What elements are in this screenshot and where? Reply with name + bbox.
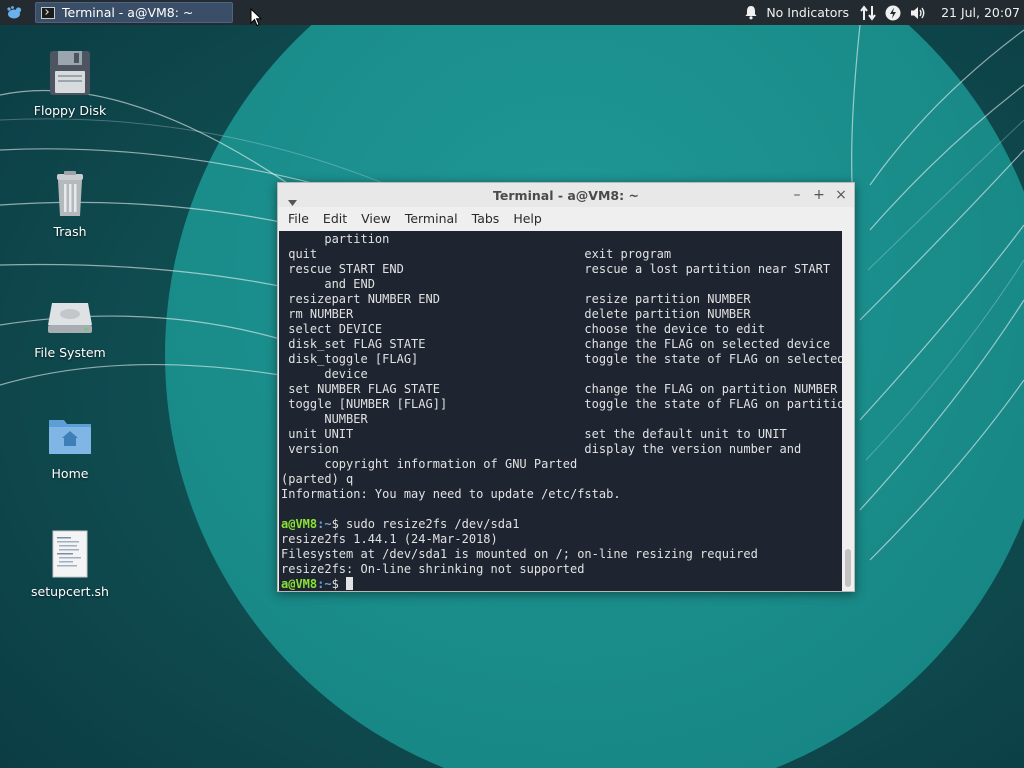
terminal-line: set NUMBER FLAG STATE change the FLAG on… bbox=[281, 382, 838, 396]
hard-drive-icon bbox=[46, 291, 94, 339]
terminal-line: rm NUMBER delete partition NUMBER bbox=[281, 307, 751, 321]
desktop-icon-label: Floppy Disk bbox=[33, 103, 107, 118]
trash-icon bbox=[46, 170, 94, 218]
power-icon[interactable] bbox=[885, 5, 901, 21]
prompt-path: :~ bbox=[317, 577, 332, 591]
menu-edit[interactable]: Edit bbox=[316, 207, 354, 230]
prompt-path: :~ bbox=[317, 517, 332, 531]
desktop-icon-label: Trash bbox=[53, 224, 87, 239]
desktop-icon-home[interactable]: Home bbox=[20, 412, 120, 481]
desktop-icon-trash[interactable]: Trash bbox=[20, 170, 120, 239]
desktop-icon-label: File System bbox=[34, 345, 106, 360]
window-titlebar[interactable]: Terminal - a@VM8: ~ – + × bbox=[278, 183, 854, 207]
top-panel: Terminal - a@VM8: ~ No Indicators 21 Jul… bbox=[0, 0, 1024, 25]
terminal-output[interactable]: partition quit exit program rescue START… bbox=[279, 231, 842, 591]
panel-clock[interactable]: 21 Jul, 20:07 bbox=[941, 5, 1020, 20]
terminal-prompt-line[interactable]: a@VM8:~$ bbox=[281, 577, 354, 591]
floppy-disk-icon bbox=[46, 49, 94, 97]
menu-view[interactable]: View bbox=[354, 207, 398, 230]
desktop-icon-setupcert[interactable]: setupcert.sh bbox=[20, 530, 120, 599]
terminal-icon bbox=[41, 6, 55, 19]
terminal-line: device bbox=[281, 367, 368, 381]
prompt-command: $ bbox=[331, 577, 347, 591]
scrollbar-thumb[interactable] bbox=[845, 549, 851, 587]
terminal-line: version display the version number and bbox=[281, 442, 802, 456]
terminal-line: and END bbox=[281, 277, 375, 291]
close-button[interactable]: × bbox=[833, 187, 849, 203]
terminal-line: copyright information of GNU Parted bbox=[281, 457, 578, 471]
terminal-line: select DEVICE choose the device to edit bbox=[281, 322, 766, 336]
terminal-line: Information: You may need to update /etc… bbox=[281, 487, 621, 501]
prompt-user: a@VM8 bbox=[281, 517, 318, 531]
terminal-line: quit exit program bbox=[281, 247, 672, 261]
text-cursor bbox=[346, 577, 354, 590]
window-menu-icon[interactable] bbox=[288, 191, 297, 210]
menu-file[interactable]: File bbox=[281, 207, 316, 230]
taskbar-terminal-button[interactable]: Terminal - a@VM8: ~ bbox=[35, 2, 233, 23]
system-tray: No Indicators 21 Jul, 20:07 bbox=[744, 0, 1024, 25]
desktop-icon-label: setupcert.sh bbox=[31, 584, 109, 599]
terminal-line: resizepart NUMBER END resize partition N… bbox=[281, 292, 751, 306]
xfce-mouse-icon[interactable] bbox=[4, 3, 24, 22]
terminal-scrollbar[interactable] bbox=[842, 231, 854, 591]
desktop-icon-label: Home bbox=[51, 466, 89, 481]
prompt-command: $ sudo resize2fs /dev/sda1 bbox=[331, 517, 520, 531]
terminal-prompt-line: a@VM8:~$ sudo resize2fs /dev/sda1 bbox=[281, 517, 519, 532]
menu-bar: File Edit View Terminal Tabs Help bbox=[278, 207, 854, 230]
terminal-line: disk_toggle [FLAG] toggle the state of F… bbox=[281, 352, 842, 366]
script-file-icon bbox=[46, 530, 94, 578]
terminal-line: disk_set FLAG STATE change the FLAG on s… bbox=[281, 337, 831, 351]
terminal-line: Filesystem at /dev/sda1 is mounted on /;… bbox=[281, 547, 758, 561]
terminal-line: toggle [NUMBER [FLAG]] toggle the state … bbox=[281, 397, 842, 411]
terminal-line: (parted) q bbox=[281, 472, 354, 486]
volume-icon[interactable] bbox=[909, 5, 927, 21]
terminal-line: resize2fs: On-line shrinking not support… bbox=[281, 562, 585, 576]
desktop-icon-floppy-disk[interactable]: Floppy Disk bbox=[20, 49, 120, 118]
mouse-pointer-icon bbox=[250, 7, 263, 31]
desktop-icon-file-system[interactable]: File System bbox=[20, 291, 120, 360]
terminal-line: NUMBER bbox=[281, 412, 368, 426]
window-title: Terminal - a@VM8: ~ bbox=[493, 187, 639, 203]
terminal-line: unit UNIT set the default unit to UNIT bbox=[281, 427, 787, 441]
menu-tabs[interactable]: Tabs bbox=[465, 207, 507, 230]
bell-icon[interactable] bbox=[744, 5, 758, 20]
menu-terminal[interactable]: Terminal bbox=[398, 207, 465, 230]
minimize-button[interactable]: – bbox=[789, 187, 805, 203]
home-folder-icon bbox=[46, 412, 94, 460]
maximize-button[interactable]: + bbox=[811, 187, 827, 203]
taskbar-terminal-label: Terminal - a@VM8: ~ bbox=[62, 5, 194, 20]
network-icon[interactable] bbox=[859, 4, 877, 21]
terminal-window[interactable]: Terminal - a@VM8: ~ – + × File Edit View… bbox=[277, 182, 855, 592]
notification-indicator-label[interactable]: No Indicators bbox=[766, 5, 849, 20]
terminal-line: resize2fs 1.44.1 (24-Mar-2018) bbox=[281, 532, 498, 546]
prompt-user: a@VM8 bbox=[281, 577, 318, 591]
terminal-line: rescue START END rescue a lost partition… bbox=[281, 262, 831, 276]
menu-help[interactable]: Help bbox=[506, 207, 549, 230]
terminal-line: partition bbox=[281, 232, 390, 246]
